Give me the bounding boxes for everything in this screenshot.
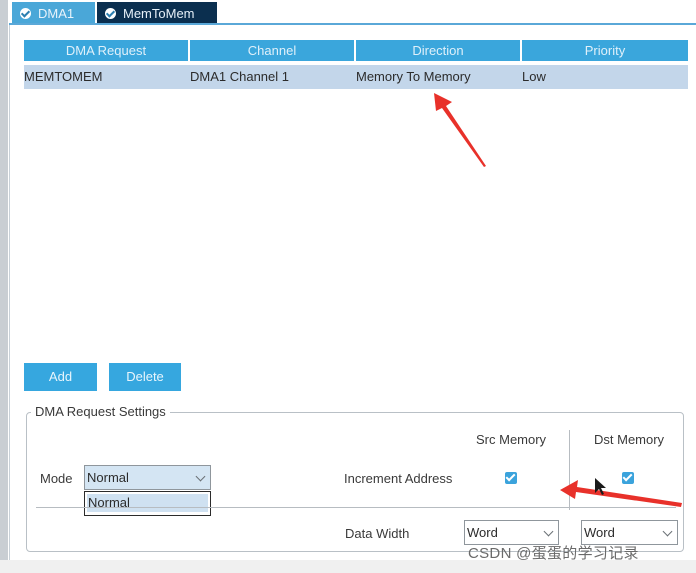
src-increment-checkbox[interactable] bbox=[505, 472, 517, 484]
mode-dropdown-list: Normal bbox=[84, 491, 211, 516]
add-button[interactable]: Add bbox=[24, 363, 97, 391]
mode-select[interactable]: Normal bbox=[84, 465, 211, 490]
watermark: CSDN @蛋蛋的学习记录 bbox=[468, 545, 639, 562]
tab-label: DMA1 bbox=[38, 5, 75, 21]
table-row[interactable]: MEMTOMEM DMA1 Channel 1 Memory To Memory… bbox=[24, 65, 688, 89]
header-direction[interactable]: Direction bbox=[356, 40, 520, 61]
dst-increment-checkbox[interactable] bbox=[622, 472, 634, 484]
src-data-width-value: Word bbox=[467, 525, 498, 540]
chevron-down-icon bbox=[195, 471, 206, 482]
cell-priority: Low bbox=[522, 69, 546, 84]
dst-memory-label: Dst Memory bbox=[594, 432, 665, 447]
src-memory-label: Src Memory bbox=[476, 432, 547, 447]
left-border bbox=[0, 0, 8, 573]
check-circle-icon bbox=[20, 7, 31, 19]
mode-value: Normal bbox=[87, 470, 129, 485]
mode-label: Mode bbox=[40, 471, 73, 486]
tab-memtomem[interactable]: MemToMem bbox=[97, 2, 217, 24]
header-priority[interactable]: Priority bbox=[522, 40, 688, 61]
settings-legend: DMA Request Settings bbox=[31, 404, 170, 419]
table-header: DMA Request Channel Direction Priority bbox=[24, 40, 688, 61]
dst-data-width-value: Word bbox=[584, 525, 615, 540]
cell-channel: DMA1 Channel 1 bbox=[190, 69, 289, 84]
data-width-label: Data Width bbox=[345, 526, 410, 541]
chevron-down-icon bbox=[543, 526, 554, 537]
tab-dma1[interactable]: DMA1 bbox=[12, 2, 95, 24]
cell-direction: Memory To Memory bbox=[356, 69, 471, 84]
row-divider bbox=[36, 507, 676, 508]
column-divider bbox=[569, 430, 570, 510]
delete-button[interactable]: Delete bbox=[109, 363, 181, 391]
header-dma-request[interactable]: DMA Request bbox=[24, 40, 188, 61]
header-channel[interactable]: Channel bbox=[190, 40, 354, 61]
tab-bar: DMA1 MemToMem bbox=[9, 0, 696, 24]
tab-label: MemToMem bbox=[123, 5, 195, 21]
chevron-down-icon bbox=[662, 526, 673, 537]
check-circle-icon bbox=[105, 7, 116, 19]
dma-request-table: DMA Request Channel Direction Priority M… bbox=[24, 40, 688, 89]
increment-address-label: Increment Address bbox=[344, 471, 453, 486]
mode-option-normal[interactable]: Normal bbox=[87, 494, 208, 512]
cell-dma-request: MEMTOMEM bbox=[24, 69, 103, 84]
